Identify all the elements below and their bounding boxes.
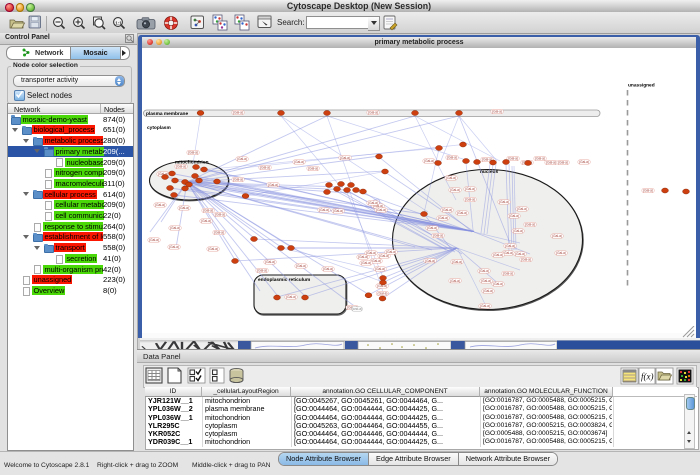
svg-text:(Gal-a): (Gal-a) — [379, 254, 389, 258]
svg-text:(Gal-a): (Gal-a) — [170, 226, 180, 230]
svg-text:(Gal-a): (Gal-a) — [260, 166, 270, 170]
svg-text:(Gal-a): (Gal-a) — [503, 272, 513, 276]
svg-text:plasma membrane: plasma membrane — [146, 111, 188, 117]
svg-text:(Gal-a): (Gal-a) — [268, 183, 278, 187]
svg-text:(Gal-a): (Gal-a) — [452, 260, 462, 264]
svg-text:unassigned: unassigned — [628, 83, 655, 89]
svg-text:(Gal-a): (Gal-a) — [479, 269, 489, 273]
svg-text:(Gal-a): (Gal-a) — [375, 267, 385, 271]
svg-text:(Gal-a): (Gal-a) — [558, 161, 568, 165]
svg-text:(Gal-a): (Gal-a) — [233, 178, 243, 182]
svg-text:(Gal-a): (Gal-a) — [480, 304, 490, 308]
svg-text:(Gal-a): (Gal-a) — [179, 206, 189, 210]
svg-text:(Gal-a): (Gal-a) — [296, 264, 306, 268]
svg-text:(Gal-a): (Gal-a) — [257, 269, 267, 273]
svg-text:(Gal-a): (Gal-a) — [535, 157, 545, 161]
svg-text:(Gal-a): (Gal-a) — [465, 187, 475, 191]
svg-text:(Gal-a): (Gal-a) — [493, 282, 503, 286]
svg-text:(Gal-a): (Gal-a) — [509, 214, 519, 218]
svg-text:(Gal-a): (Gal-a) — [493, 253, 503, 257]
svg-text:(Gal-a): (Gal-a) — [201, 219, 211, 223]
svg-text:(Gal-a): (Gal-a) — [643, 189, 653, 193]
svg-text:(Gal-a): (Gal-a) — [579, 160, 589, 164]
svg-text:(Gal-a): (Gal-a) — [517, 207, 527, 211]
svg-text:(Gal-a): (Gal-a) — [508, 157, 518, 161]
svg-text:cytoplasm: cytoplasm — [147, 125, 171, 131]
svg-text:(Gal-a): (Gal-a) — [433, 234, 443, 238]
svg-text:(Gal-a): (Gal-a) — [368, 111, 378, 115]
svg-text:(Gal-a): (Gal-a) — [424, 159, 434, 163]
svg-text:(Gal-a): (Gal-a) — [450, 279, 460, 283]
svg-text:(Gal-a): (Gal-a) — [188, 151, 198, 155]
svg-text:(Gal-a): (Gal-a) — [427, 226, 437, 230]
svg-text:(Gal-a): (Gal-a) — [386, 250, 396, 254]
svg-text:(and-a): (and-a) — [352, 307, 362, 311]
svg-text:(Gal-a): (Gal-a) — [319, 208, 329, 212]
svg-text:(Gal-a): (Gal-a) — [546, 161, 556, 165]
svg-text:(Gal-a): (Gal-a) — [505, 244, 515, 248]
svg-text:(Gal-a): (Gal-a) — [438, 216, 448, 220]
svg-text:(Gal-a): (Gal-a) — [323, 267, 333, 271]
svg-text:(Gal-a): (Gal-a) — [481, 279, 491, 283]
svg-text:(Gal-a): (Gal-a) — [465, 198, 475, 202]
svg-text:(Gal-a): (Gal-a) — [515, 252, 525, 256]
svg-text:(Gal-a): (Gal-a) — [358, 255, 368, 259]
svg-text:(Gal-a): (Gal-a) — [376, 208, 386, 212]
svg-text:(Gal-a): (Gal-a) — [294, 160, 304, 164]
svg-text:(Gal-a): (Gal-a) — [286, 295, 296, 299]
svg-text:(Gal-a): (Gal-a) — [450, 188, 460, 192]
svg-text:(Gal-a): (Gal-a) — [442, 208, 452, 212]
svg-text:(Gal-a): (Gal-a) — [521, 258, 531, 262]
svg-text:(Gal-a): (Gal-a) — [483, 289, 493, 293]
svg-text:(Gal-a): (Gal-a) — [368, 201, 378, 205]
svg-text:(Gal-a): (Gal-a) — [169, 245, 179, 249]
svg-text:(Gal-a): (Gal-a) — [203, 209, 213, 213]
svg-text:(Gal-a): (Gal-a) — [176, 165, 186, 169]
svg-text:(Gal-a): (Gal-a) — [425, 259, 435, 263]
svg-text:(Gal-a): (Gal-a) — [149, 238, 159, 242]
svg-text:(Gal-a): (Gal-a) — [333, 209, 343, 213]
svg-text:(Gal-a): (Gal-a) — [513, 229, 523, 233]
svg-text:endoplasmic reticulum: endoplasmic reticulum — [258, 277, 310, 283]
svg-text:(Gal-a): (Gal-a) — [499, 200, 509, 204]
svg-text:f(x): f(x) — [641, 372, 654, 382]
svg-text:(Gal-a): (Gal-a) — [366, 251, 376, 255]
svg-text:(Gal-a): (Gal-a) — [556, 251, 566, 255]
svg-text:(Gal-a): (Gal-a) — [340, 156, 350, 160]
svg-text:(Gal-a): (Gal-a) — [552, 234, 562, 238]
svg-text:(Gal-a): (Gal-a) — [525, 223, 535, 227]
svg-text:(Gal-a): (Gal-a) — [492, 110, 502, 114]
svg-text:(Gal-a): (Gal-a) — [308, 167, 318, 171]
svg-text:(Gal-a): (Gal-a) — [457, 211, 467, 215]
svg-text:(Gal-a): (Gal-a) — [233, 111, 243, 115]
svg-text:(Gal-a): (Gal-a) — [155, 203, 165, 207]
svg-text:(Gal-a): (Gal-a) — [214, 231, 224, 235]
svg-text:(Gal-a): (Gal-a) — [208, 247, 218, 251]
svg-text:1:1: 1:1 — [115, 20, 122, 25]
svg-text:(Gal-a): (Gal-a) — [237, 157, 247, 161]
svg-text:(Gal-a): (Gal-a) — [378, 292, 388, 296]
svg-text:(Gal-a): (Gal-a) — [215, 213, 225, 217]
svg-text:(Gal-a): (Gal-a) — [446, 176, 456, 180]
svg-text:(Gal-a): (Gal-a) — [447, 156, 457, 160]
svg-text:(Gal-a): (Gal-a) — [265, 260, 275, 264]
svg-text:(Gal-a): (Gal-a) — [361, 261, 371, 265]
